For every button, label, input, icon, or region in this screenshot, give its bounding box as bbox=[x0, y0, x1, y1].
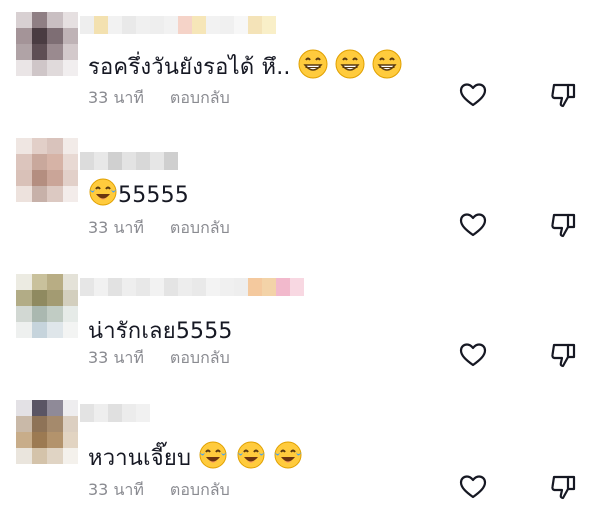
thumbs-down-outline-icon[interactable] bbox=[548, 80, 578, 110]
reply-button[interactable]: ตอบกลับ bbox=[170, 348, 230, 367]
comment-text: รอครึ่งวันยังรอได้ หึ.. bbox=[88, 49, 402, 85]
grinning-face-icon bbox=[298, 49, 328, 85]
avatar[interactable] bbox=[16, 138, 78, 202]
avatar[interactable] bbox=[16, 12, 78, 76]
comment-text-label: น่ารักเลย5555 bbox=[88, 319, 233, 344]
comment-timestamp: 33 นาที bbox=[88, 348, 144, 367]
reply-button[interactable]: ตอบกลับ bbox=[170, 88, 230, 107]
comment-timestamp: 33 นาที bbox=[88, 480, 144, 499]
thumbs-down-outline-icon[interactable] bbox=[548, 210, 578, 240]
comment-text-label: รอครึ่งวันยังรอได้ หึ.. bbox=[88, 55, 291, 80]
tears-of-joy-icon bbox=[273, 440, 303, 476]
heart-outline-icon[interactable] bbox=[458, 340, 488, 370]
username-blurred[interactable] bbox=[80, 404, 150, 422]
comment-text: หวานเจี๊ยบ bbox=[88, 440, 303, 476]
comment-text: 55555 bbox=[88, 177, 189, 213]
thumbs-down-outline-icon[interactable] bbox=[548, 472, 578, 502]
grinning-face-icon bbox=[372, 49, 402, 85]
thumbs-down-outline-icon[interactable] bbox=[548, 340, 578, 370]
comment-timestamp: 33 นาที bbox=[88, 88, 144, 107]
comment-meta: 33 นาที ตอบกลับ bbox=[88, 86, 230, 111]
tears-of-joy-icon bbox=[236, 440, 266, 476]
comment-text-label: หวานเจี๊ยบ bbox=[88, 446, 192, 471]
username-blurred[interactable] bbox=[80, 278, 304, 296]
comment-item: หวานเจี๊ยบ 33 นาที ตอบกลับ bbox=[0, 390, 600, 520]
comment-item: น่ารักเลย5555 33 นาที ตอบกลับ bbox=[0, 260, 600, 390]
comment-item: 55555 33 นาที ตอบกลับ bbox=[0, 130, 600, 260]
comment-timestamp: 33 นาที bbox=[88, 218, 144, 237]
avatar[interactable] bbox=[16, 274, 78, 338]
heart-outline-icon[interactable] bbox=[458, 472, 488, 502]
comment-text: น่ารักเลย5555 bbox=[88, 313, 233, 348]
heart-outline-icon[interactable] bbox=[458, 80, 488, 110]
comment-item: รอครึ่งวันยังรอได้ หึ.. 33 นาที ตอบกลับ bbox=[0, 0, 600, 130]
username-blurred[interactable] bbox=[80, 16, 276, 34]
comment-meta: 33 นาที ตอบกลับ bbox=[88, 216, 230, 241]
comment-meta: 33 นาที ตอบกลับ bbox=[88, 346, 230, 371]
heart-outline-icon[interactable] bbox=[458, 210, 488, 240]
grinning-face-icon bbox=[335, 49, 365, 85]
reply-button[interactable]: ตอบกลับ bbox=[170, 480, 230, 499]
tears-of-joy-icon bbox=[88, 177, 118, 213]
avatar[interactable] bbox=[16, 400, 78, 464]
comment-text-label: 55555 bbox=[118, 183, 189, 208]
tears-of-joy-icon bbox=[198, 440, 228, 476]
comment-meta: 33 นาที ตอบกลับ bbox=[88, 478, 230, 503]
reply-button[interactable]: ตอบกลับ bbox=[170, 218, 230, 237]
username-blurred[interactable] bbox=[80, 152, 178, 170]
